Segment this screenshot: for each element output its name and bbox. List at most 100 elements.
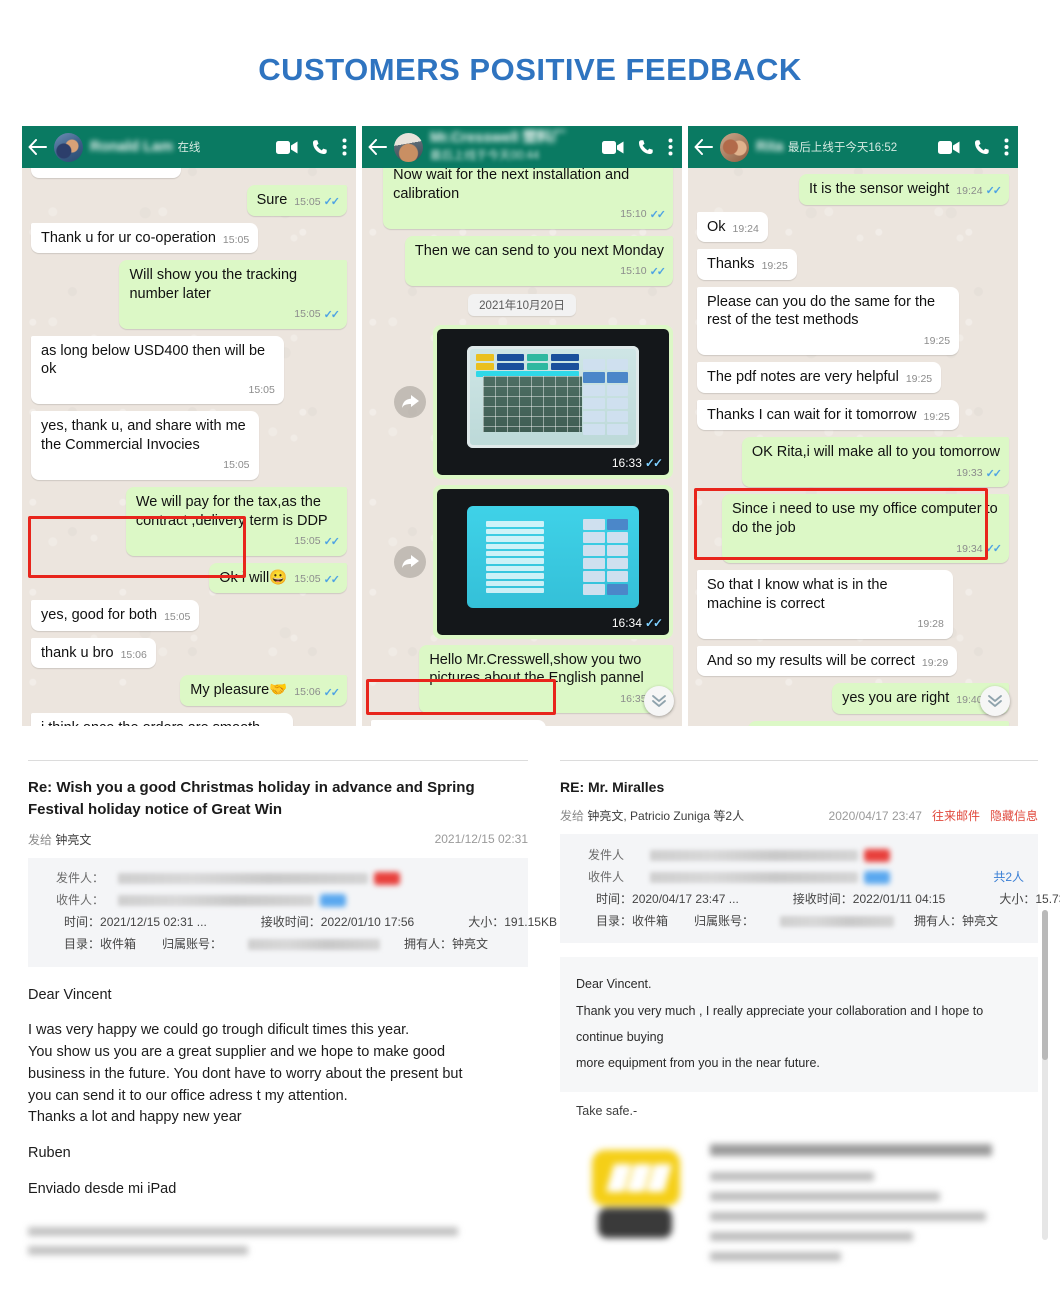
photo-bubble[interactable]: 16:33 ✓✓ xyxy=(433,324,673,479)
message-meta: 15:05 xyxy=(164,611,191,624)
message-list[interactable]: Sure 15:05 ✓✓ Thank u for ur co-operation… xyxy=(22,160,356,726)
message-list[interactable]: Now wait for the next installation and c… xyxy=(362,160,682,726)
meta-account: 归属账号： xyxy=(162,937,223,952)
scrollbar-thumb[interactable] xyxy=(1042,910,1048,1060)
email-body-line-1: Thank you very much , I really appreciat… xyxy=(576,1003,984,1044)
avatar[interactable] xyxy=(394,132,423,162)
message-bubble[interactable]: Sure 15:05 ✓✓ xyxy=(246,185,347,216)
photo-bubble[interactable]: 16:34 ✓✓ xyxy=(433,484,673,639)
message-bubble[interactable]: yes, thank u, and share with me the Comm… xyxy=(31,411,259,481)
message-bubble[interactable]: Ok 19:24 xyxy=(697,211,768,243)
email-card-miralles: RE: Mr. Miralles 发给 钟亮文, Patricio Zuniga… xyxy=(560,760,1060,1272)
message-bubble[interactable]: Ok i will😀 15:05 ✓✓ xyxy=(209,562,347,594)
phone-call-icon[interactable] xyxy=(312,139,328,155)
phone-call-icon[interactable] xyxy=(638,139,654,155)
message-bubble[interactable]: We should do that before,more easier 19:… xyxy=(747,720,1009,726)
link-hide-info[interactable]: 隐藏信息 xyxy=(990,807,1038,824)
meta-row-from: 发件人 xyxy=(574,844,1024,866)
message-row: It is the sensor weight 19:24 ✓✓ xyxy=(697,174,1009,205)
message-row: And so my results will be correct 19:29 xyxy=(697,645,1009,677)
message-bubble[interactable]: Please can you do the same for the rest … xyxy=(697,286,960,356)
message-row: Ok 19:24 xyxy=(697,211,1009,243)
message-bubble[interactable]: Thanks 19:25 xyxy=(697,249,797,280)
message-bubble[interactable]: We will pay for the tax,as the contract … xyxy=(125,487,347,556)
message-meta: 19:25 xyxy=(905,373,933,386)
message-bubble[interactable]: Now wait for the next installation and c… xyxy=(383,160,673,229)
phone-call-icon[interactable] xyxy=(974,139,990,155)
message-row: OK Rita,i will make all to you tomorrow … xyxy=(697,437,1009,488)
message-bubble[interactable]: Thanks I can wait for it tomorrow 19:25 xyxy=(697,399,959,431)
back-arrow-icon[interactable] xyxy=(694,139,713,155)
overflow-menu-icon[interactable] xyxy=(668,138,673,156)
photo-hmi-settings[interactable]: 16:34 ✓✓ xyxy=(437,488,669,635)
redaction-mark xyxy=(864,870,890,884)
message-meta: 19:25 xyxy=(923,410,950,423)
message-bubble[interactable]: Since i need to use my office computer t… xyxy=(721,494,1009,564)
message-row: thank u bro 15:06 xyxy=(31,637,347,669)
message-row: Will show you the tracking number later … xyxy=(31,260,347,329)
contact-name: Rita xyxy=(756,138,784,155)
message-bubble[interactable]: My pleasure🤝 15:06 ✓✓ xyxy=(180,675,347,706)
avatar[interactable] xyxy=(54,132,83,162)
message-text: yes, good for both xyxy=(41,607,158,624)
message-text: My pleasure🤝 xyxy=(190,682,288,699)
message-bubble[interactable]: yes, good for both 15:05 xyxy=(31,600,200,631)
company-logo-icon xyxy=(588,1144,684,1246)
message-meta: 19:25 xyxy=(923,334,951,347)
message-text: Hello Mr.Cresswell,show you two pictures… xyxy=(429,651,644,687)
email-signature xyxy=(560,1144,1038,1272)
contact-status: 最后上线于今天00:44 xyxy=(430,150,540,162)
meta-row-to: 收件人 共2人 xyxy=(574,866,1024,888)
message-text: i think once the orders are smooth, shal… xyxy=(41,719,284,726)
video-call-icon[interactable] xyxy=(938,140,960,155)
overflow-menu-icon[interactable] xyxy=(1004,138,1009,156)
video-call-icon[interactable] xyxy=(602,140,624,155)
chat-header: Mr.Cresswell 塑料厂 最后上线于今天00:44 xyxy=(362,126,682,168)
message-list[interactable]: It is the sensor weight 19:24 ✓✓ Ok 19:24… xyxy=(688,168,1018,726)
message-bubble[interactable]: And so my results will be correct 19:29 xyxy=(697,645,958,677)
message-meta: 19:34 ✓✓ xyxy=(956,542,1002,556)
message-bubble[interactable]: Thank u for ur co-operation 15:05 xyxy=(31,222,259,254)
email-meta-panel: 发件人 收件人 共2人 时间：2020/04/17 23:47 ... 接收时间… xyxy=(560,834,1060,944)
message-row: Perfect- Thank you 16:35 xyxy=(371,720,673,726)
photo-hmi-chart[interactable]: 16:33 ✓✓ xyxy=(437,328,669,475)
message-text: as long below USD400 then will be ok xyxy=(41,342,266,378)
scroll-to-bottom-button[interactable] xyxy=(644,686,674,716)
back-arrow-icon[interactable] xyxy=(368,139,387,155)
message-bubble[interactable]: OK Rita,i will make all to you tomorrow … xyxy=(741,437,1009,488)
message-bubble[interactable]: Hello Mr.Cresswell,show you two pictures… xyxy=(419,644,673,714)
overflow-menu-icon[interactable] xyxy=(342,138,347,156)
redacted-to-address xyxy=(118,895,314,906)
meta-folder: 目录：收件箱 xyxy=(596,914,669,928)
email-summary-line: 发给 钟亮文 2021/12/15 02:31 xyxy=(28,831,528,848)
message-bubble[interactable]: i think once the orders are smooth, shal… xyxy=(31,712,294,726)
message-bubble[interactable]: thank u bro 15:06 xyxy=(31,637,156,669)
message-bubble[interactable]: as long below USD400 then will be ok 15:… xyxy=(31,335,284,405)
email-date: 2021/12/15 02:31 xyxy=(434,832,528,846)
meta-row-folder: 目录：收件箱 归属账号： 拥有人：钟亮文 xyxy=(574,910,1024,932)
redacted-account xyxy=(248,939,380,950)
read-ticks-icon: ✓✓ xyxy=(985,467,1003,480)
scrollbar[interactable] xyxy=(1042,910,1048,1240)
feedback-page: CUSTOMERS POSITIVE FEEDBACK Ronald Lam 在… xyxy=(0,0,1060,1300)
back-arrow-icon[interactable] xyxy=(28,139,47,155)
message-text: Then we can send to you next Monday xyxy=(414,242,664,259)
message-row: My pleasure🤝 15:06 ✓✓ xyxy=(31,675,347,706)
video-call-icon[interactable] xyxy=(276,140,298,155)
link-recipient-count[interactable]: 共2人 xyxy=(993,871,1024,884)
message-bubble[interactable]: It is the sensor weight 19:24 ✓✓ xyxy=(799,174,1009,205)
message-bubble[interactable]: Perfect- Thank you 16:35 xyxy=(371,720,546,726)
message-bubble[interactable]: Then we can send to you next Monday 15:1… xyxy=(404,235,673,286)
forward-icon[interactable] xyxy=(394,545,426,578)
avatar[interactable] xyxy=(720,132,749,162)
message-row: The pdf notes are very helpful 19:25 xyxy=(697,362,1009,393)
forward-icon[interactable] xyxy=(394,385,426,418)
meta-row-times: 时间：2021/12/15 02:31 ... 接收时间：2022/01/10 … xyxy=(42,912,557,934)
message-bubble[interactable]: So that I know what is in the machine is… xyxy=(697,570,953,639)
link-correspondence[interactable]: 往来邮件 xyxy=(932,807,980,824)
hmi-screen xyxy=(467,506,639,609)
message-row: Please can you do the same for the rest … xyxy=(697,286,1009,356)
scroll-to-bottom-button[interactable] xyxy=(980,686,1010,716)
message-bubble[interactable]: The pdf notes are very helpful 19:25 xyxy=(697,362,942,393)
message-bubble[interactable]: Will show you the tracking number later … xyxy=(119,260,347,329)
